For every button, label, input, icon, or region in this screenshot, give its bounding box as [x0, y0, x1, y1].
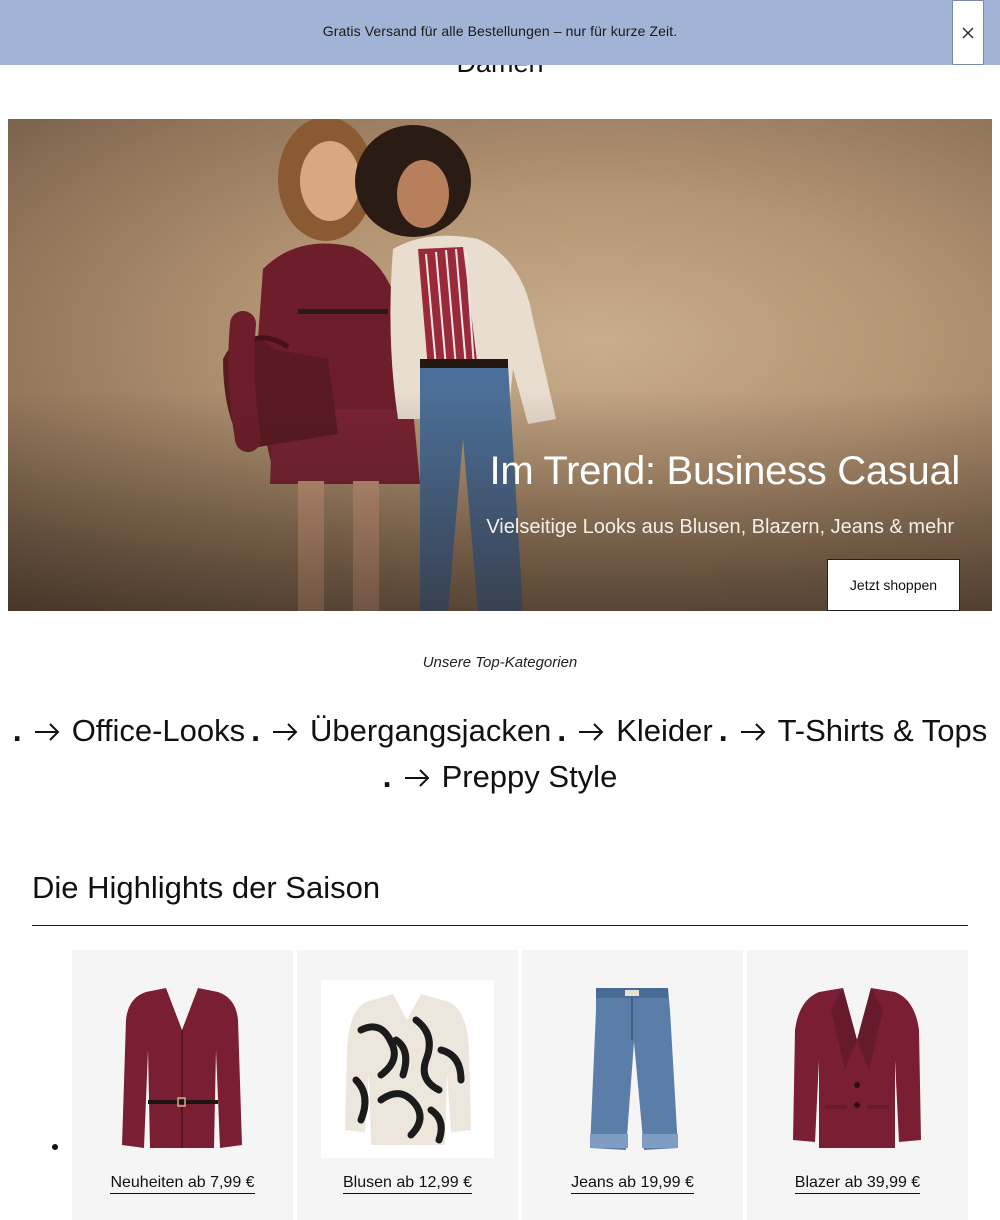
category-link-kleider[interactable]: . Kleider	[557, 712, 712, 749]
category-label: Office-Looks	[71, 713, 246, 748]
category-link-office-looks[interactable]: . Office-Looks	[13, 712, 245, 749]
arrow-right-icon	[34, 713, 60, 749]
divider	[32, 925, 968, 926]
list-bullet: .	[718, 712, 728, 748]
highlight-card-blusen[interactable]: Blusen ab 12,99 €	[297, 950, 518, 1220]
card-label: Neuheiten ab 7,99 €	[72, 1174, 293, 1194]
product-image-jeans	[546, 980, 719, 1158]
product-image-blouse	[321, 980, 494, 1158]
promo-text: Gratis Versand für alle Bestellungen – n…	[322, 23, 678, 39]
card-label: Blusen ab 12,99 €	[297, 1174, 518, 1194]
category-label: Preppy Style	[441, 759, 618, 794]
category-label: Kleider	[616, 713, 713, 748]
list-bullet: .	[557, 712, 567, 748]
promo-close-button[interactable]	[952, 0, 984, 65]
arrow-right-icon	[740, 713, 766, 749]
category-link-tshirts-tops[interactable]: . T-Shirts & Tops	[719, 712, 988, 749]
category-list-row-2: . Preppy Style	[0, 758, 1000, 795]
category-label: Übergangsjacken	[310, 713, 552, 748]
top-categories-heading: Unsere Top-Kategorien	[422, 654, 578, 671]
list-bullet: .	[382, 758, 392, 794]
arrow-right-icon	[272, 713, 298, 749]
card-label: Jeans ab 19,99 €	[522, 1174, 743, 1194]
list-bullet: .	[12, 712, 22, 748]
list-bullet: .	[251, 712, 261, 748]
shop-now-button[interactable]: Jetzt shoppen	[827, 559, 960, 611]
list-bullet	[52, 1144, 58, 1150]
highlights-title: Die Highlights der Saison	[32, 870, 381, 905]
hero-banner[interactable]: Im Trend: Business Casual Vielseitige Lo…	[8, 119, 992, 611]
promo-banner: Gratis Versand für alle Bestellungen – n…	[0, 0, 1000, 65]
arrow-right-icon	[404, 759, 430, 795]
hero-subtitle: Vielseitige Looks aus Blusen, Blazern, J…	[486, 516, 954, 538]
highlight-card-neuheiten[interactable]: Neuheiten ab 7,99 €	[72, 950, 293, 1220]
category-link-preppy-style[interactable]: . Preppy Style	[383, 758, 618, 795]
card-label: Blazer ab 39,99 €	[747, 1174, 968, 1194]
close-icon	[962, 27, 974, 38]
highlight-card-blazer[interactable]: Blazer ab 39,99 €	[747, 950, 968, 1220]
arrow-right-icon	[578, 713, 604, 749]
category-link-uebergangsjacken[interactable]: . Übergangsjacken	[251, 712, 551, 749]
category-list: . Office-Looks . Übergangsjacken . Kleid…	[0, 712, 1000, 749]
highlight-card-jeans[interactable]: Jeans ab 19,99 €	[522, 950, 743, 1220]
hero-title: Im Trend: Business Casual	[489, 449, 961, 493]
category-label: T-Shirts & Tops	[777, 713, 988, 748]
product-image-blazer	[771, 980, 944, 1158]
product-image-cardigan	[96, 980, 269, 1158]
